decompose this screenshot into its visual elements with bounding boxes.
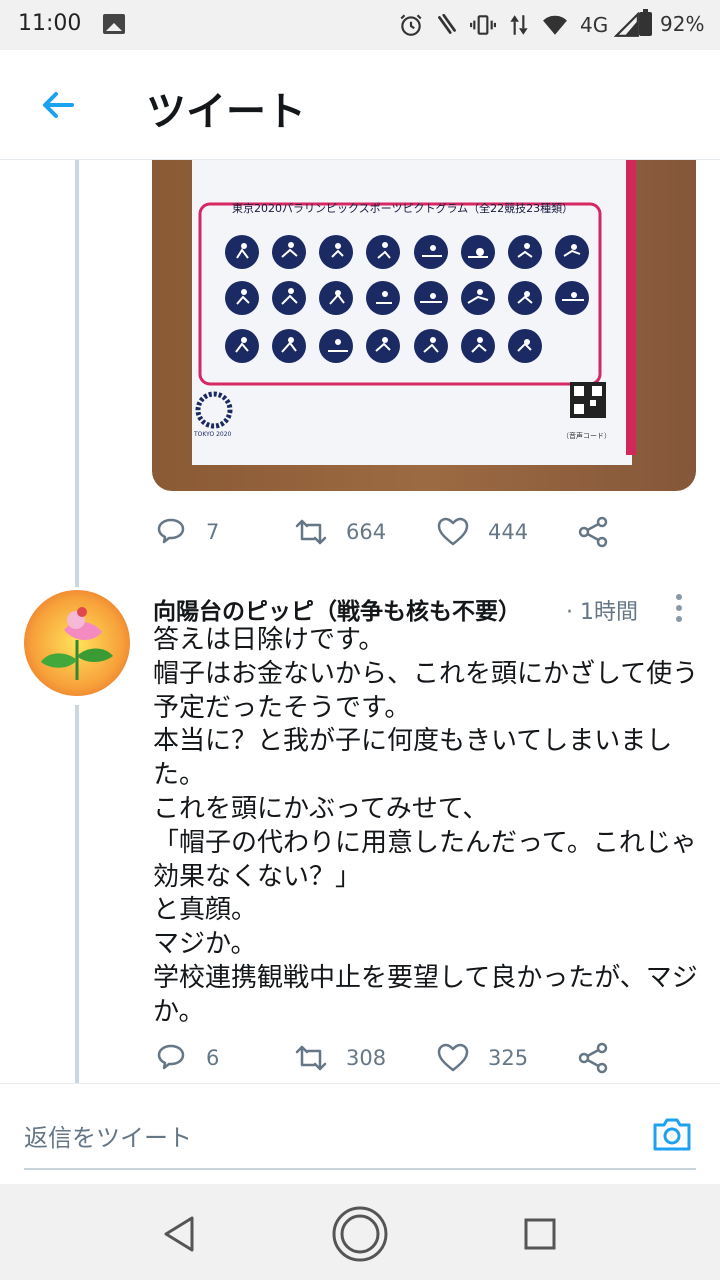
tweet-text-line: マジか。: [153, 929, 257, 960]
share-icon: [578, 516, 608, 548]
tweet-actions: 7 664 444: [152, 512, 622, 552]
sheet-photo: 東京2020パラリンピックスポーツピクトグラム（全22競技23種類） TOKYO…: [152, 160, 696, 491]
data-icon: [510, 15, 528, 35]
retweet-button[interactable]: 308: [294, 1038, 386, 1078]
share-button[interactable]: [576, 512, 610, 552]
status-bar: 11:00 4G 92%: [0, 0, 720, 50]
tweet-timestamp[interactable]: · 1時間: [566, 594, 638, 626]
like-button[interactable]: 325: [436, 1038, 528, 1078]
alarm-icon: [400, 14, 422, 36]
thread-line: [75, 160, 79, 587]
reply-placeholder: 返信をツイート: [24, 1124, 192, 1152]
reply-count: 7: [206, 520, 220, 544]
status-icons: 4G: [398, 10, 650, 40]
vibrate-icon: [470, 15, 496, 35]
media-logo-text: TOKYO 2020: [193, 431, 232, 438]
tweet-text-line: か。: [153, 996, 205, 1027]
reply-count: 6: [206, 1046, 220, 1070]
status-time: 11:00: [18, 11, 82, 36]
home-circle-icon[interactable]: [330, 1204, 390, 1264]
tweet-text-line: 効果なくない？」: [153, 861, 362, 892]
tweet-text-line: 本当に？と我が子に何度もきいてしまいまし: [153, 726, 673, 757]
camera-icon[interactable]: [650, 1112, 694, 1156]
share-button[interactable]: [576, 1038, 610, 1078]
battery-icon: [639, 9, 652, 36]
battery-percent: 92%: [660, 12, 705, 36]
image-icon: [103, 14, 125, 34]
tweet-actions: 6 308 325: [152, 1038, 622, 1078]
wifi-icon: [543, 15, 567, 35]
reply-button[interactable]: 6: [154, 1038, 219, 1078]
page-title: ツイート: [146, 89, 306, 135]
more-options-icon[interactable]: [668, 592, 690, 626]
avatar[interactable]: [24, 590, 130, 696]
retweet-count: 664: [346, 520, 387, 544]
reply-button[interactable]: 7: [154, 512, 219, 552]
nfc-icon: [438, 13, 456, 34]
author-name[interactable]: 向陽台のピッピ（戦争も核も不要）: [153, 592, 521, 626]
like-button[interactable]: 444: [436, 512, 528, 552]
system-nav-bar: [0, 1184, 720, 1280]
network-type: 4G: [580, 13, 609, 37]
heart-icon: [437, 1043, 469, 1072]
tweet-text-line: と真顔。: [153, 895, 258, 926]
like-count: 325: [488, 1046, 529, 1070]
tweet-text: 答えは日除けです。 帽子はお金ないから、これを頭にかざして使う 予定だったそうで…: [153, 624, 698, 1030]
reply-input[interactable]: 返信をツイート: [24, 1096, 696, 1170]
tweet-text-line: た。: [153, 760, 206, 791]
flower-avatar-image: [24, 590, 130, 696]
retweet-count: 308: [346, 1046, 387, 1070]
tweet-text-line: これを頭にかぶってみせて、: [153, 793, 489, 824]
tweet-text-line: 予定だったそうです。: [153, 692, 411, 723]
share-icon: [578, 1042, 608, 1074]
back-triangle-icon[interactable]: [148, 1204, 208, 1264]
like-count: 444: [488, 520, 529, 544]
app-header: ツイート: [0, 50, 720, 160]
tweet-media-image[interactable]: 東京2020パラリンピックスポーツピクトグラム（全22競技23種類） TOKYO…: [152, 160, 696, 491]
reply-icon: [157, 1044, 185, 1070]
tweet-text-line: 学校連携観戦中止を要望して良かったが、マジ: [153, 962, 698, 993]
tweet-text-line: 答えは日除けです。: [153, 625, 385, 655]
divider: [0, 1083, 720, 1084]
tweet-text-line: 帽子はお金ないから、これを頭にかざして使う: [153, 658, 699, 689]
reply-icon: [157, 518, 185, 544]
arrow-left-icon[interactable]: [36, 83, 80, 127]
media-sheet-title: 東京2020パラリンピックスポーツピクトグラム（全22競技23種類）: [232, 201, 573, 215]
recents-square-icon[interactable]: [510, 1204, 570, 1264]
tweet-text-line: 「帽子の代わりに用意したんだって。これじゃ: [153, 827, 697, 858]
retweet-button[interactable]: 664: [294, 512, 386, 552]
qr-caption: （音声コード）: [562, 431, 611, 440]
thread-line: [75, 705, 79, 1083]
signal-icon: [614, 12, 640, 37]
retweet-icon: [295, 1045, 327, 1071]
retweet-icon: [295, 519, 327, 545]
heart-icon: [437, 517, 469, 546]
